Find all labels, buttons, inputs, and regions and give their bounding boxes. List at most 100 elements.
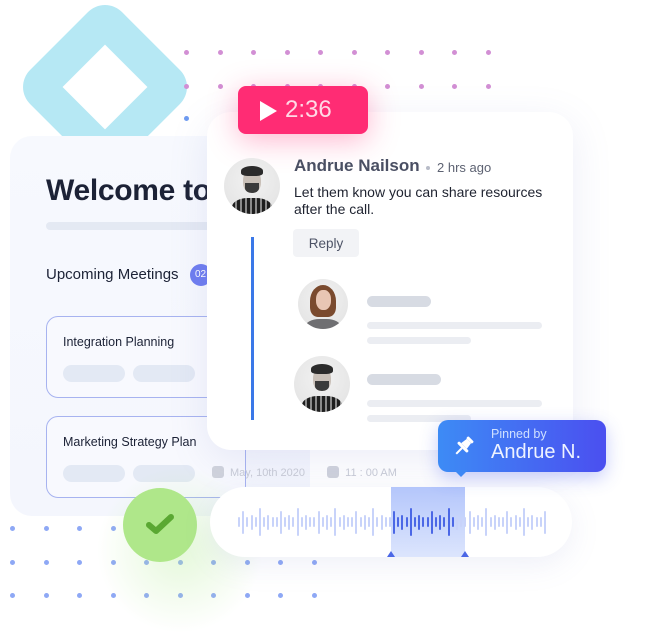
- check-icon: [146, 514, 174, 534]
- tag-placeholder: [63, 365, 125, 382]
- waveform-bar: [284, 517, 287, 527]
- waveform-bar: [430, 510, 433, 534]
- waveform-bar: [271, 517, 274, 527]
- pattern-dot: [385, 50, 390, 55]
- waveform-bar: [305, 514, 308, 530]
- pattern-dot: [284, 50, 290, 55]
- waveform-bar: [317, 510, 320, 534]
- reply-text-placeholder: [367, 322, 542, 329]
- clock-icon: [327, 466, 340, 478]
- waveform-bar: [527, 517, 530, 527]
- waveform-bar: [242, 510, 245, 534]
- pattern-dot: [278, 559, 283, 565]
- reply-button[interactable]: Reply: [293, 229, 359, 257]
- waveform-bar: [405, 517, 408, 527]
- waveform-bar: [367, 517, 370, 527]
- waveform-bar: [485, 508, 488, 536]
- waveform-bar: [288, 514, 291, 530]
- comment-time: 2 hrs ago: [437, 160, 492, 175]
- waveform-bar: [296, 508, 299, 536]
- waveform-bar: [372, 508, 375, 536]
- pattern-dot: [43, 526, 49, 531]
- waveform-bar: [359, 517, 362, 527]
- waveform-bar: [338, 517, 341, 527]
- pinned-by-name: Andrue N.: [491, 441, 582, 463]
- pattern-dot: [43, 559, 49, 565]
- waveform-bar: [388, 517, 391, 527]
- welcome-heading: Welcome to: [46, 174, 211, 207]
- meeting-name: Marketing Strategy Plan: [63, 435, 197, 449]
- selection-end-handle[interactable]: [461, 551, 469, 557]
- waveform-bar: [250, 514, 253, 530]
- meeting-datetime: May, 10th 2020 11 : 00 AM: [212, 466, 397, 479]
- waveform-bar: [506, 510, 509, 534]
- waveform-bar: [489, 517, 492, 527]
- pattern-dot: [43, 593, 49, 598]
- reply-avatar[interactable]: [294, 356, 350, 412]
- waveform-bar: [451, 517, 454, 527]
- waveform-bar: [342, 514, 345, 530]
- pattern-dot: [77, 593, 82, 598]
- pattern-dot: [485, 83, 491, 89]
- pattern-dot: [184, 116, 189, 121]
- waveform-bar: [409, 508, 412, 536]
- pinned-badge: Pinned by Andrue N.: [438, 420, 606, 472]
- meeting-date: May, 10th 2020: [230, 467, 306, 479]
- reply-avatar[interactable]: [298, 279, 348, 329]
- waveform-bar: [514, 514, 517, 530]
- pattern-dot: [10, 559, 15, 565]
- comment-text: Let them know you can share resources af…: [294, 184, 543, 217]
- waveform-bar: [544, 510, 546, 534]
- author-avatar[interactable]: [224, 158, 280, 214]
- waveform-bar: [363, 514, 366, 530]
- waveform-bar: [263, 517, 266, 527]
- waveform-bar: [535, 517, 538, 527]
- waveform-bar: [455, 514, 458, 530]
- waveform-bar: [351, 517, 354, 527]
- pattern-dot: [251, 50, 256, 55]
- pattern-dot: [418, 50, 424, 55]
- waveform-bar: [275, 517, 278, 527]
- waveform-bar: [447, 508, 450, 536]
- complete-status-button[interactable]: [123, 488, 197, 562]
- waveform-bar: [300, 517, 303, 527]
- waveform-bar: [397, 517, 400, 527]
- reply-name-placeholder: [367, 296, 431, 307]
- pattern-dot: [318, 50, 323, 55]
- waveform-bar: [468, 510, 471, 534]
- subtitle-placeholder: [46, 222, 226, 230]
- waveform-bar: [414, 517, 417, 527]
- pattern-dot: [77, 559, 82, 565]
- pattern-dot: [217, 83, 223, 89]
- play-timer-button[interactable]: 2:36: [238, 86, 368, 134]
- waveform-bar: [493, 514, 496, 530]
- upcoming-meetings-title: Upcoming Meetings: [46, 266, 179, 283]
- waveform-bar: [476, 514, 479, 530]
- waveform-bar: [330, 517, 333, 527]
- waveform-bar: [435, 517, 437, 527]
- pattern-dot: [10, 526, 15, 531]
- pattern-dot: [217, 50, 223, 55]
- waveform-bar: [380, 514, 383, 530]
- pattern-dot: [452, 83, 457, 89]
- waveform-bar: [238, 517, 240, 527]
- reply-text-placeholder: [367, 400, 542, 407]
- comment-author[interactable]: Andrue Nailson: [294, 156, 420, 176]
- separator-dot: [426, 166, 430, 170]
- reply-name-placeholder: [367, 374, 441, 385]
- waveform-bar: [460, 517, 463, 527]
- pattern-dot: [77, 526, 82, 531]
- tag-placeholder: [63, 465, 125, 482]
- waveform-bar: [523, 508, 526, 536]
- selection-start-handle[interactable]: [387, 551, 395, 557]
- waveform-bar: [258, 508, 261, 536]
- waveform-bar: [346, 517, 349, 527]
- pattern-dot: [485, 50, 491, 55]
- waveform-bar: [472, 517, 475, 527]
- waveform-bar: [539, 517, 542, 527]
- pattern-dot: [311, 593, 317, 598]
- timer-label: 2:36: [285, 96, 332, 123]
- waveform-bar: [309, 517, 312, 527]
- waveform-bar: [518, 517, 521, 527]
- waveform-bar: [502, 517, 505, 527]
